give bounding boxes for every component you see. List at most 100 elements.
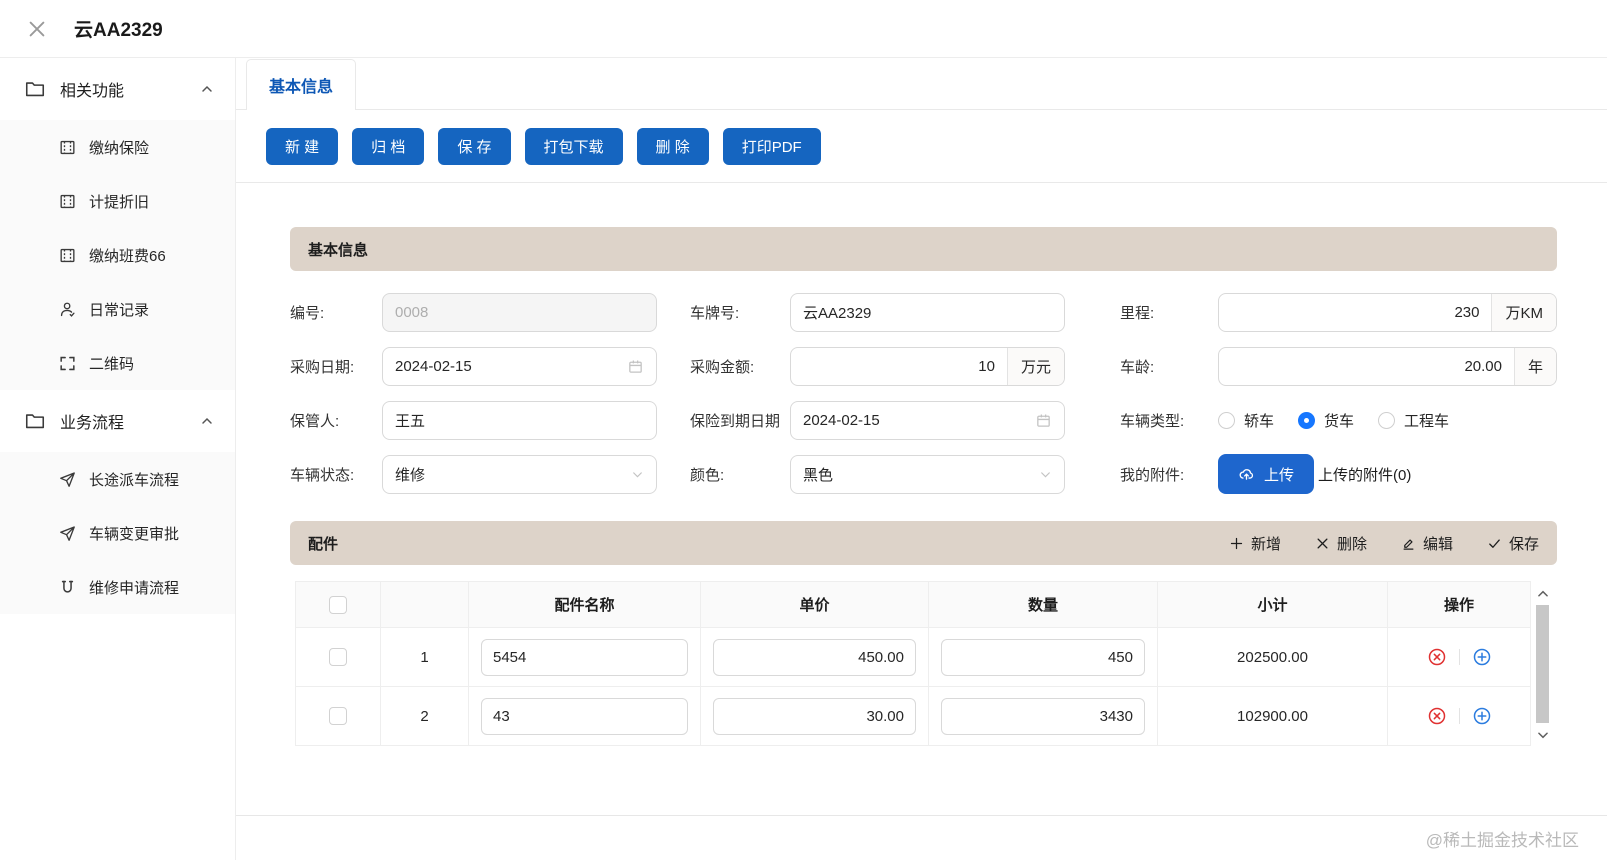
part-subtotal: 202500.00 [1157,627,1388,687]
number-input [395,303,644,321]
form-icon [58,246,77,265]
purchase-amount-input[interactable] [791,357,1007,375]
custodian-field[interactable] [382,400,657,440]
plate-field[interactable] [790,292,1065,332]
vehicle-age-field[interactable]: 年 [1218,346,1557,386]
part-name-input[interactable] [481,638,688,676]
package-download-button[interactable]: 打包下载 [524,128,623,165]
parts-add-button[interactable]: 新增 [1229,533,1281,554]
delete-button[interactable]: 删 除 [636,128,709,165]
part-subtotal: 102900.00 [1157,686,1388,746]
add-row-icon[interactable] [1472,647,1492,667]
form-icon [58,138,77,157]
radio-sedan[interactable]: 轿车 [1218,410,1274,431]
calendar-icon[interactable] [627,358,644,375]
chevron-up-icon[interactable] [199,81,215,97]
row-checkbox[interactable] [329,707,347,726]
check-icon [1489,538,1500,548]
part-price-input[interactable] [713,638,916,676]
ops-divider [1458,649,1460,665]
basic-info-form: 编号: 车牌号: 里程: 万KM [290,285,1557,501]
vehicle-type-radio-group: 轿车 货车 工程车 [1218,410,1557,431]
archive-button[interactable]: 归 档 [352,128,425,165]
add-row-icon[interactable] [1472,706,1492,726]
radio-truck[interactable]: 货车 [1298,410,1354,431]
sidebar-item-depreciation[interactable]: 计提折旧 [0,174,235,228]
plate-input[interactable] [803,303,1052,321]
upload-button[interactable]: 上传 [1218,454,1315,494]
page-title: 云AA2329 [74,20,163,41]
parts-save-label: 保存 [1508,535,1539,553]
sidebar-item-pay-fee[interactable]: 缴纳班费66 [0,228,235,282]
sidebar-item-daily-record[interactable]: 日常记录 [0,282,235,336]
mileage-field[interactable]: 万KM [1218,292,1557,332]
folder-icon [24,78,46,100]
sidebar-item-repair-request[interactable]: 维修申请流程 [0,560,235,614]
sidebar-item-qrcode[interactable]: 二维码 [0,336,235,390]
select-all-checkbox[interactable] [329,595,347,614]
parts-delete-label: 删除 [1336,535,1367,553]
close-icon [1317,538,1328,548]
custodian-input[interactable] [395,411,644,429]
table-scrollbar[interactable] [1531,582,1554,746]
scrollbar-thumb[interactable] [1536,605,1549,723]
scroll-down-icon[interactable] [1531,723,1554,746]
ops-column-header: 操作 [1387,581,1531,628]
scrollbar-track[interactable] [1536,605,1549,723]
cloud-upload-icon [1238,466,1255,483]
part-qty-input[interactable] [941,638,1145,676]
calendar-icon[interactable] [1035,412,1052,429]
row-index: 2 [380,686,469,746]
delete-row-icon[interactable] [1427,647,1447,667]
vehicle-state-select[interactable]: 维修 [382,454,657,494]
purchase-amount-label: 采购金额: [690,358,755,376]
radio-label: 轿车 [1244,412,1275,430]
uploaded-attachments-text[interactable]: 上传的附件(0) [1318,464,1411,485]
parts-section-header: 配件 新增 删除 编辑 保存 [290,521,1557,565]
sidebar-item-label: 长途派车流程 [89,471,180,489]
radio-engineering-vehicle[interactable]: 工程车 [1378,410,1449,431]
parts-save-button[interactable]: 保存 [1487,533,1539,554]
new-button[interactable]: 新 建 [266,128,339,165]
insurance-expiry-input[interactable] [803,411,1035,429]
sidebar-item-longhaul-dispatch[interactable]: 长途派车流程 [0,452,235,506]
sidebar-section-related-functions[interactable]: 相关功能 [0,58,235,120]
purchase-date-field[interactable] [382,346,657,386]
sidebar-item-pay-insurance[interactable]: 缴纳保险 [0,120,235,174]
delete-row-icon[interactable] [1427,706,1447,726]
qty-column-header: 数量 [928,581,1158,628]
magnet-icon [58,578,77,597]
sidebar-section-label: 相关功能 [60,83,125,100]
chevron-up-icon[interactable] [199,413,215,429]
tab-basic-info[interactable]: 基本信息 [246,59,357,110]
chevron-down-icon [1039,468,1052,481]
custodian-label: 保管人: [290,412,340,430]
part-qty-input[interactable] [941,697,1145,735]
part-name-input[interactable] [481,697,688,735]
scroll-up-icon[interactable] [1531,582,1554,605]
watermark-text: @稀土掘金技术社区 [1425,830,1579,850]
mileage-input[interactable] [1219,303,1492,321]
print-pdf-button[interactable]: 打印PDF [722,128,821,165]
parts-edit-button[interactable]: 编辑 [1401,533,1453,554]
parts-delete-button[interactable]: 删除 [1315,533,1367,554]
purchase-date-input[interactable] [395,357,627,375]
row-checkbox[interactable] [329,648,347,667]
color-select[interactable]: 黑色 [790,454,1065,494]
close-icon[interactable] [26,18,48,40]
send-icon [58,524,77,543]
vehicle-age-input[interactable] [1219,357,1514,375]
user-icon [58,300,77,319]
insurance-expiry-label: 保险到期日期 [690,412,781,430]
insurance-expiry-field[interactable] [790,400,1065,440]
sidebar-section-business-flow[interactable]: 业务流程 [0,390,235,452]
color-label: 颜色: [690,466,725,484]
parts-table: 配件名称 单价 数量 小计 操作 1 5454 450.00 450 20250… [295,581,1531,746]
part-price-input[interactable] [713,697,916,735]
footer: @稀土掘金技术社区 [236,815,1607,860]
mileage-label: 里程: [1120,304,1155,322]
section-title: 基本信息 [308,241,369,259]
save-button[interactable]: 保 存 [438,128,511,165]
purchase-amount-field[interactable]: 万元 [790,346,1065,386]
sidebar-item-vehicle-change-approval[interactable]: 车辆变更审批 [0,506,235,560]
